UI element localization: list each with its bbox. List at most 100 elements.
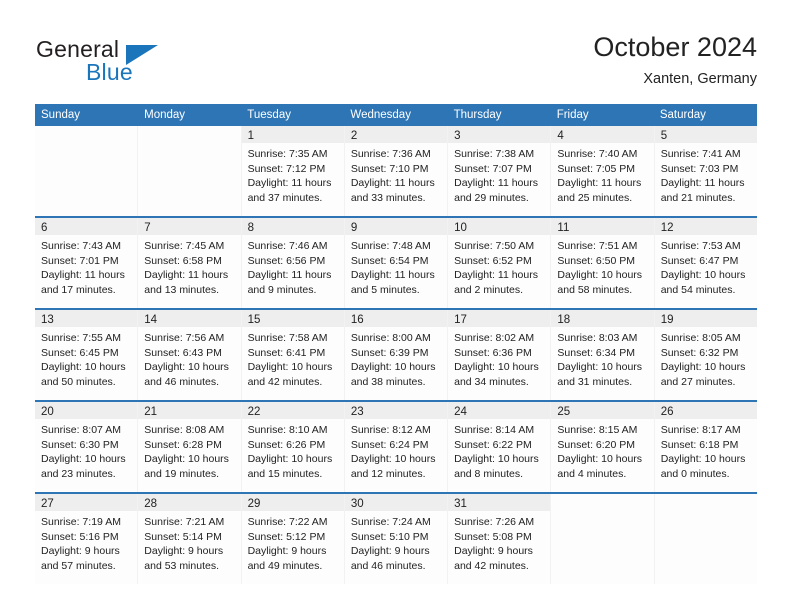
calendar-day-cell[interactable]: 20 Sunrise: 8:07 AM Sunset: 6:30 PM Dayligh… [35, 402, 139, 492]
day-detail-line: Daylight: 11 hours [247, 177, 332, 189]
day-detail-line: Daylight: 10 hours [144, 453, 229, 465]
day-detail-line: Daylight: 10 hours [41, 453, 126, 465]
day-details: Sunrise: 7:35 AM Sunset: 7:12 PM Daylight:… [242, 143, 344, 205]
calendar-day-cell[interactable]: 4 Sunrise: 7:40 AM Sunset: 7:05 PM Daylight… [551, 126, 655, 216]
calendar-day-cell[interactable]: 23 Sunrise: 8:12 AM Sunset: 6:24 PM Dayligh… [344, 402, 449, 492]
weekday-header-saturday: Saturday [659, 109, 706, 121]
day-detail-line: Daylight: 10 hours [557, 269, 643, 281]
day-detail-line: Daylight: 9 hours [41, 545, 120, 557]
day-details: Sunrise: 7:21 AM Sunset: 5:14 PM Daylight:… [138, 511, 240, 573]
day-detail-line: Daylight: 10 hours [350, 453, 436, 465]
day-detail-line: and 31 minutes. [557, 375, 633, 388]
day-detail-line: Sunrise: 7:58 AM [247, 332, 328, 344]
day-detail-line: Sunset: 6:22 PM [454, 438, 532, 451]
calendar-day-cell[interactable]: 5 Sunrise: 7:41 AM Sunset: 7:03 PM Daylight… [654, 126, 757, 216]
calendar-day-cell[interactable]: 15 Sunrise: 7:58 AM Sunset: 6:41 PM Dayligh… [241, 310, 345, 400]
day-detail-line: Daylight: 11 hours [454, 177, 538, 189]
day-detail-line: Sunrise: 7:38 AM [454, 148, 535, 160]
calendar-day-cell[interactable]: 21 Sunrise: 8:08 AM Sunset: 6:28 PM Dayligh… [138, 402, 242, 492]
weekday-header-tuesday: Tuesday [247, 109, 291, 121]
calendar-day-cell[interactable]: 12 Sunrise: 7:53 AM Sunset: 6:47 PM Dayligh… [654, 218, 757, 308]
day-detail-line: and 0 minutes. [660, 467, 730, 480]
day-number-band: 10 [448, 218, 551, 235]
calendar-week-row: 13 Sunrise: 7:55 AM Sunset: 6:45 PM Dayligh… [35, 308, 757, 400]
day-detail-line: Daylight: 11 hours [350, 269, 435, 281]
day-number-band: 14 [138, 310, 241, 327]
day-details: Sunrise: 7:43 AM Sunset: 7:01 PM Daylight:… [35, 235, 137, 297]
calendar-day-cell[interactable]: 10 Sunrise: 7:50 AM Sunset: 6:52 PM Dayligh… [448, 218, 552, 308]
day-number: 21 [144, 406, 158, 418]
day-detail-line: Sunset: 6:32 PM [660, 346, 739, 359]
day-number-band: 15 [241, 310, 344, 327]
calendar-day-cell[interactable]: 7 Sunrise: 7:45 AM Sunset: 6:58 PM Daylight… [138, 218, 242, 308]
calendar-day-cell[interactable]: 9 Sunrise: 7:48 AM Sunset: 6:54 PM Daylight… [344, 218, 449, 308]
day-detail-line: Sunset: 7:05 PM [557, 162, 636, 175]
day-detail-line: and 46 minutes. [144, 375, 219, 388]
calendar-day-cell[interactable]: 18 Sunrise: 8:03 AM Sunset: 6:34 PM Dayligh… [551, 310, 655, 400]
calendar-day-cell[interactable]: 28 Sunrise: 7:21 AM Sunset: 5:14 PM Dayligh… [138, 494, 242, 584]
day-details: Sunrise: 8:02 AM Sunset: 6:36 PM Daylight:… [448, 327, 550, 389]
calendar-day-cell[interactable]: 6 Sunrise: 7:43 AM Sunset: 7:01 PM Daylight… [35, 218, 139, 308]
day-number-band: 30 [344, 494, 448, 511]
day-detail-line: Sunset: 7:12 PM [247, 162, 326, 175]
day-number: 9 [350, 222, 358, 234]
day-detail-line: Sunset: 6:41 PM [247, 346, 326, 359]
day-detail-line: Daylight: 11 hours [454, 269, 538, 281]
day-detail-line: Sunrise: 7:36 AM [350, 148, 431, 160]
day-detail-line: Sunset: 5:14 PM [144, 530, 222, 543]
day-detail-line: and 8 minutes. [454, 467, 524, 480]
day-number: 7 [144, 222, 151, 234]
day-number: 11 [557, 222, 570, 234]
day-detail-line: Sunrise: 7:46 AM [247, 240, 328, 252]
day-number-band: 31 [448, 494, 551, 511]
day-detail-line: Sunset: 7:10 PM [350, 162, 429, 175]
calendar-day-cell[interactable]: 27 Sunrise: 7:19 AM Sunset: 5:16 PM Dayligh… [35, 494, 139, 584]
day-detail-line: and 17 minutes. [41, 283, 116, 296]
calendar-day-cell[interactable]: 11 Sunrise: 7:51 AM Sunset: 6:50 PM Dayligh… [551, 218, 655, 308]
day-detail-line: Sunset: 5:08 PM [454, 530, 532, 543]
calendar-day-cell-empty [35, 126, 139, 216]
calendar-day-cell[interactable]: 22 Sunrise: 8:10 AM Sunset: 6:26 PM Dayligh… [241, 402, 345, 492]
day-detail-line: Sunrise: 7:24 AM [350, 516, 431, 528]
calendar-day-cell[interactable]: 14 Sunrise: 7:56 AM Sunset: 6:43 PM Dayligh… [138, 310, 242, 400]
day-number-band: 1 [241, 126, 344, 143]
calendar-day-cell[interactable]: 31 Sunrise: 7:26 AM Sunset: 5:08 PM Dayligh… [448, 494, 552, 584]
calendar-day-cell[interactable]: 26 Sunrise: 8:17 AM Sunset: 6:18 PM Dayligh… [654, 402, 757, 492]
day-detail-line: Sunset: 7:03 PM [660, 162, 739, 175]
page-title: October 2024 [593, 32, 757, 62]
day-number-band: 18 [551, 310, 654, 327]
day-details: Sunrise: 8:14 AM Sunset: 6:22 PM Daylight:… [448, 419, 550, 481]
calendar-day-cell[interactable]: 3 Sunrise: 7:38 AM Sunset: 7:07 PM Daylight… [448, 126, 552, 216]
day-details: Sunrise: 7:38 AM Sunset: 7:07 PM Daylight:… [448, 143, 550, 205]
calendar-day-cell[interactable]: 16 Sunrise: 8:00 AM Sunset: 6:39 PM Dayligh… [344, 310, 449, 400]
day-detail-line: Sunset: 6:24 PM [350, 438, 429, 451]
day-detail-line: Sunrise: 8:00 AM [350, 332, 431, 344]
day-number: 2 [350, 130, 358, 142]
calendar-day-cell[interactable]: 29 Sunrise: 7:22 AM Sunset: 5:12 PM Dayligh… [241, 494, 345, 584]
day-number-band: 23 [344, 402, 448, 419]
calendar-day-cell[interactable]: 13 Sunrise: 7:55 AM Sunset: 6:45 PM Dayligh… [35, 310, 139, 400]
day-detail-line: and 21 minutes. [660, 191, 736, 204]
calendar-day-cell[interactable]: 8 Sunrise: 7:46 AM Sunset: 6:56 PM Daylight… [241, 218, 345, 308]
day-detail-line: and 4 minutes. [557, 467, 627, 480]
day-detail-line: Daylight: 10 hours [660, 269, 746, 281]
day-number-band: 8 [241, 218, 344, 235]
day-number: 18 [557, 314, 571, 326]
calendar-day-cell-empty [551, 494, 655, 584]
calendar-day-cell[interactable]: 17 Sunrise: 8:02 AM Sunset: 6:36 PM Dayligh… [448, 310, 552, 400]
calendar-day-cell[interactable]: 25 Sunrise: 8:15 AM Sunset: 6:20 PM Dayligh… [551, 402, 655, 492]
day-detail-line: Sunset: 6:36 PM [454, 346, 532, 359]
calendar-day-cell[interactable]: 1 Sunrise: 7:35 AM Sunset: 7:12 PM Daylight… [241, 126, 345, 216]
day-detail-line: Sunrise: 7:43 AM [41, 240, 121, 252]
calendar-day-cell[interactable]: 2 Sunrise: 7:36 AM Sunset: 7:10 PM Daylight… [344, 126, 449, 216]
day-detail-line: Sunrise: 7:21 AM [144, 516, 225, 528]
day-number-band: 4 [551, 126, 654, 143]
calendar-day-cell[interactable]: 24 Sunrise: 8:14 AM Sunset: 6:22 PM Dayligh… [448, 402, 552, 492]
day-details: Sunrise: 7:19 AM Sunset: 5:16 PM Daylight:… [35, 511, 137, 573]
day-detail-line: Sunrise: 8:10 AM [247, 424, 328, 436]
calendar-day-cell[interactable]: 30 Sunrise: 7:24 AM Sunset: 5:10 PM Dayligh… [344, 494, 449, 584]
day-details: Sunrise: 7:36 AM Sunset: 7:10 PM Daylight:… [345, 143, 447, 205]
weekday-header-monday: Monday [144, 109, 186, 121]
calendar-day-cell[interactable]: 19 Sunrise: 8:05 AM Sunset: 6:32 PM Dayligh… [654, 310, 757, 400]
day-details: Sunrise: 7:58 AM Sunset: 6:41 PM Daylight:… [242, 327, 344, 389]
